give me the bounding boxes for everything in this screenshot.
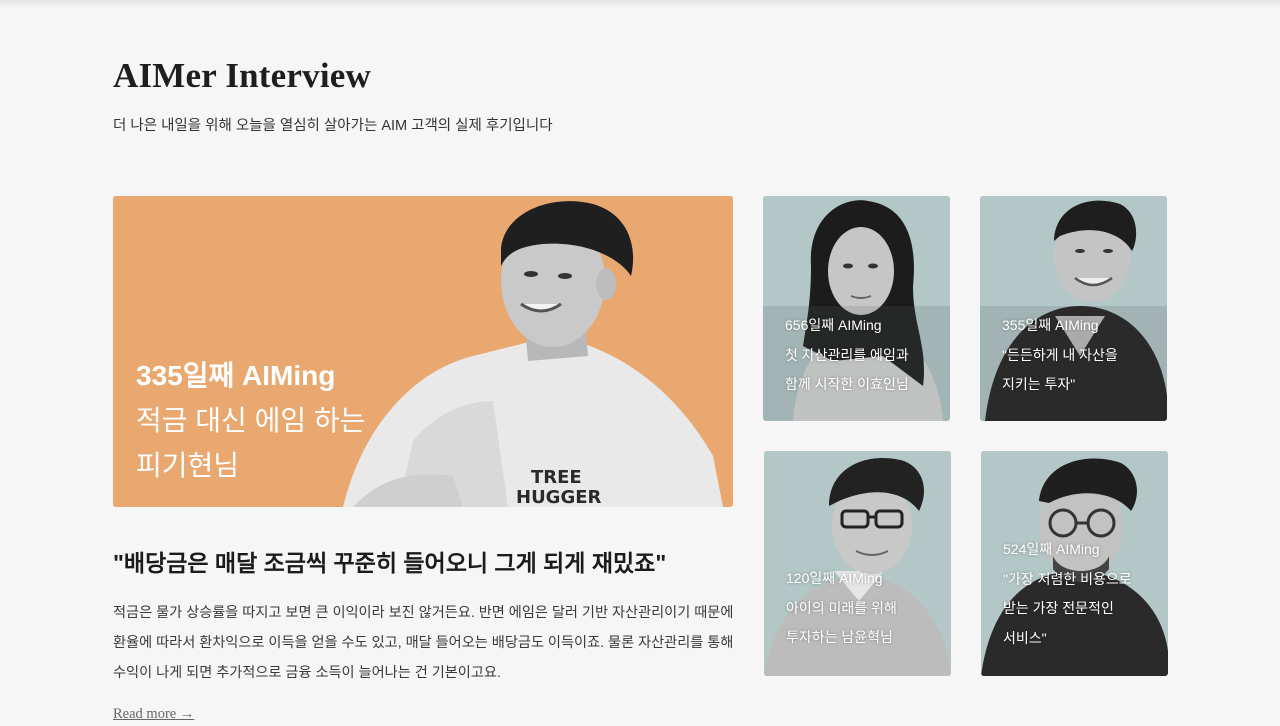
card-caption: 120일째 AIMing 아이의 미래를 위해 투자하는 남윤혁님 bbox=[786, 564, 897, 653]
card-caption-line: 지키는 투자" bbox=[1002, 376, 1076, 392]
interview-card[interactable]: 656일째 AIMing 첫 자산관리를 에임과 함께 시작한 이효인님 bbox=[763, 196, 950, 421]
interview-card[interactable]: 120일째 AIMing 아이의 미래를 위해 투자하는 남윤혁님 bbox=[764, 451, 951, 676]
section-subtitle: 더 나은 내일을 위해 오늘을 열심히 살아가는 AIM 고객의 실제 후기입니… bbox=[113, 118, 553, 134]
card-day-label: 120일째 AIMing bbox=[786, 570, 883, 586]
header-shadow bbox=[0, 0, 1280, 8]
interview-card[interactable]: 524일째 AIMing "가장 저렴한 비용으로 받는 가장 전문적인 서비스… bbox=[981, 451, 1168, 676]
card-caption-line: 투자하는 남윤혁님 bbox=[786, 629, 893, 645]
card-caption: 355일째 AIMing "든든하게 내 자산을 지키는 투자" bbox=[1002, 311, 1118, 400]
featured-caption: 335일째 AIMing 적금 대신 에임 하는 피기현님 bbox=[136, 353, 365, 488]
card-caption: 656일째 AIMing 첫 자산관리를 에임과 함께 시작한 이효인님 bbox=[785, 311, 909, 400]
card-caption-line: 아이의 미래를 위해 bbox=[786, 599, 897, 616]
card-caption-line: 서비스" bbox=[1003, 629, 1047, 646]
card-caption-line: 받는 가장 전문적인 bbox=[1003, 600, 1114, 616]
section-title: AIMer Interview bbox=[113, 56, 371, 95]
card-day-label: 524일째 AIMing bbox=[1003, 541, 1100, 557]
shirt-print-text: TREE bbox=[531, 467, 582, 488]
card-day-label: 656일째 AIMing bbox=[785, 317, 882, 333]
featured-headline: "배당금은 매달 조금씩 꾸준히 들어오니 그게 되게 재밌죠" bbox=[113, 550, 667, 576]
featured-interview-card[interactable]: TREE HUGGER 335일째 AIMing 적금 대신 에임 하는 피기현… bbox=[113, 196, 733, 507]
featured-title-line: 적금 대신 에임 하는 bbox=[136, 405, 366, 436]
card-caption-line: 함께 시작한 이효인님 bbox=[785, 376, 909, 392]
card-caption: 524일째 AIMing "가장 저렴한 비용으로 받는 가장 전문적인 서비스… bbox=[1003, 535, 1132, 653]
featured-day-label: 335일째 AIMing bbox=[136, 360, 336, 391]
read-more-link[interactable]: Read more → bbox=[113, 706, 194, 723]
interview-card[interactable]: 355일째 AIMing "든든하게 내 자산을 지키는 투자" bbox=[980, 196, 1167, 421]
shirt-print-text: HUGGER bbox=[516, 487, 602, 507]
card-day-label: 355일째 AIMing bbox=[1002, 317, 1099, 333]
card-caption-line: "가장 저렴한 비용으로 bbox=[1003, 570, 1132, 587]
card-caption-line: 첫 자산관리를 에임과 bbox=[785, 346, 909, 363]
featured-title-line: 피기현님 bbox=[136, 450, 240, 481]
featured-excerpt: 적금은 물가 상승률을 따지고 보면 큰 이익이라 보진 않거든요. 반면 에임… bbox=[113, 605, 734, 681]
card-caption-line: "든든하게 내 자산을 bbox=[1002, 346, 1118, 363]
